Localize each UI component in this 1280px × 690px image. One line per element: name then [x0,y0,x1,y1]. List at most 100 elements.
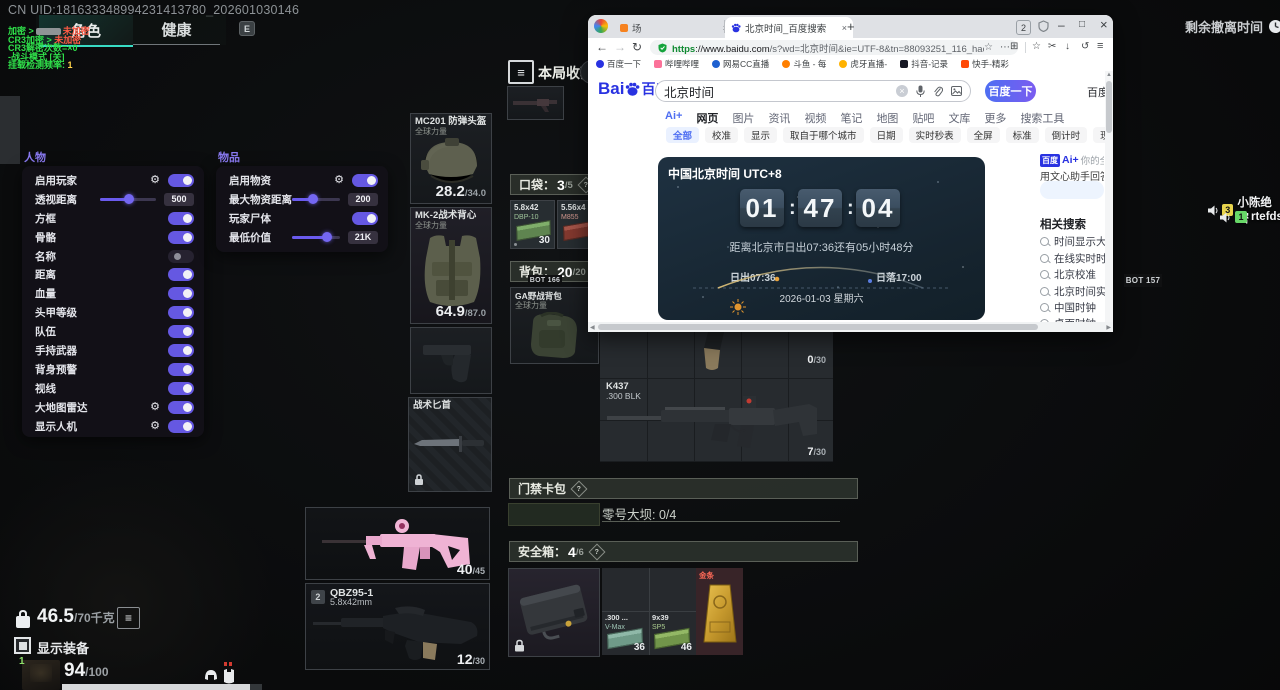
shield-icon[interactable] [1038,20,1049,32]
cheat-row-name[interactable]: 名称 [22,247,204,266]
safebox-header[interactable]: 安全箱： 4 /6 ? [509,541,858,562]
chip[interactable]: 标准 [1006,127,1039,143]
bookmark-item[interactable]: 快手-精彩 [961,58,1009,70]
chip[interactable]: 实时秒表 [909,127,961,143]
chip-all[interactable]: 全部 [666,127,699,143]
related-search-item[interactable]: 在线实时时钟 [1040,251,1113,266]
toggle-on[interactable] [168,401,194,414]
loadout-list-button[interactable]: ≡ [117,607,140,629]
gear-icon[interactable]: ⚙ [334,175,344,186]
more-options-icon[interactable]: ⋯ [1000,42,1010,53]
cheat-row-player-corpse[interactable]: 玩家尸体 [216,209,388,228]
help-icon[interactable]: ? [588,543,605,560]
browser-tab-2-active[interactable]: 北京时间_百度搜索 × [725,17,853,38]
download-icon[interactable]: ↓ [1065,42,1070,52]
microphone-icon[interactable] [916,85,925,97]
cheat-row-team[interactable]: 队伍 [22,322,204,341]
slider[interactable] [100,198,156,201]
related-search-item[interactable]: 北京校准 [1040,267,1096,282]
scrollbar-thumb[interactable] [598,324,1038,330]
cheat-row-enable-player[interactable]: 启用玩家⚙ [22,171,204,190]
cheat-row-back-warning[interactable]: 背身预警 [22,360,204,379]
attachment-icon[interactable] [933,86,943,97]
undo-icon[interactable]: ↺ [1081,42,1089,52]
toggle-on[interactable] [168,268,194,281]
chip[interactable]: 显示 [744,127,777,143]
image-search-icon[interactable] [951,86,962,96]
address-bar[interactable]: https://www.baidu.com/s?wd=北京时间&ie=UTF-8… [650,40,1018,55]
cheat-row-esp-distance[interactable]: 透视距离500 [22,190,204,209]
gold-bar-tile[interactable]: 金条 [696,568,743,655]
nav-tab-web[interactable]: 网页 [696,110,718,126]
toggle-on[interactable] [168,420,194,433]
cheat-row-enable-loot[interactable]: 启用物资⚙ [216,171,388,190]
keycard-header[interactable]: 门禁卡包 ? [509,478,858,499]
toggle-on[interactable] [168,231,194,244]
toggle-on[interactable] [168,212,194,225]
favorites-icon[interactable]: ☆ [1032,42,1041,52]
bookmark-star-icon[interactable]: ☆ [984,42,993,53]
ammo-tile-300[interactable]: .300 ... V-Max 36 [602,611,649,655]
cheat-row-distance[interactable]: 距离 [22,265,204,284]
gear-icon[interactable]: ⚙ [150,421,160,432]
ai-input-pill[interactable] [1040,181,1104,199]
browser-window[interactable]: 场 × 北京时间_百度搜索 × + 2 – □ × ← → ↻ [588,15,1113,332]
toggle-on[interactable] [168,325,194,338]
cheat-row-armor-level[interactable]: 头甲等级 [22,303,204,322]
nav-tab[interactable]: 地图 [876,110,898,126]
browser-tab-1[interactable]: 场 × [614,18,734,37]
toggle-on[interactable] [352,174,378,187]
bookmark-item[interactable]: 虎牙直播- [839,58,887,70]
clear-input-icon[interactable]: × [896,85,908,97]
cheat-row-min-value[interactable]: 最低价值21K [216,228,388,247]
player-avatar[interactable] [22,660,60,690]
toggle-on[interactable] [352,212,378,225]
bookmark-item[interactable]: 哔哩哔哩 [654,58,699,70]
window-minimize-button[interactable]: – [1058,18,1065,32]
gear-icon[interactable]: ⚙ [150,402,160,413]
nav-tab-ai[interactable]: Ai+ [665,110,682,126]
nav-tab-tools[interactable]: 搜索工具 [1020,110,1064,126]
extension-count-badge[interactable]: 2 [1016,20,1031,35]
bookmark-item[interactable]: 斗鱼 - 每 [782,58,826,70]
forward-icon[interactable]: → [614,41,626,53]
cheat-row-health[interactable]: 血量 [22,284,204,303]
scrollbar-thumb[interactable] [1106,81,1112,133]
bookmark-item[interactable]: 网易CC直播 [712,58,769,70]
new-tab-button[interactable]: + [847,19,855,34]
cheat-row-show-bots[interactable]: 显示人机⚙ [22,417,204,436]
nav-tab[interactable]: 图片 [732,110,754,126]
bookmark-item[interactable]: 抖音-记录 [900,58,948,70]
related-search-item[interactable]: 中国时钟 [1040,300,1096,315]
cheat-row-held-weapon[interactable]: 手持武器 [22,341,204,360]
reload-icon[interactable]: ↻ [632,41,642,53]
menu-icon[interactable]: ≡ [1097,41,1103,52]
chip[interactable]: 日期 [870,127,903,143]
chip[interactable]: 倒计时 [1045,127,1088,143]
show-equipment-checkbox[interactable] [14,637,31,654]
search-input[interactable]: 北京时间 × [655,80,971,102]
toggle-on[interactable] [168,306,194,319]
cheat-row-box[interactable]: 方框 [22,209,204,228]
chip[interactable]: 校准 [705,127,738,143]
slider[interactable] [292,236,340,239]
toggle-on[interactable] [168,382,194,395]
nav-tab[interactable]: 文库 [948,110,970,126]
bookmark-item[interactable]: 百度一下 [596,58,641,70]
chip[interactable]: 取自于哪个城市 [783,127,864,143]
related-search-item[interactable]: 北京时间实时显示 [1040,284,1113,299]
chip[interactable]: 全屏 [967,127,1000,143]
search-button[interactable]: 百度一下 [985,80,1036,102]
window-maximize-button[interactable]: □ [1079,19,1085,30]
safebox-tile[interactable] [508,568,600,657]
ammo-tile-9x39[interactable]: 9x39 SP5 46 [649,611,696,655]
cheat-row-bones[interactable]: 骨骼 [22,228,204,247]
tab-health[interactable]: 健康 [133,15,220,45]
scissors-icon[interactable]: ✂ [1048,42,1056,52]
nav-tab[interactable]: 更多 [984,110,1006,126]
toggle-on[interactable] [168,344,194,357]
horizontal-scrollbar[interactable]: ◀ ▶ [588,322,1113,332]
pink-weapon-tile[interactable]: 40/45 [305,507,490,580]
nav-tab[interactable]: 笔记 [840,110,862,126]
nav-tab[interactable]: 视频 [804,110,826,126]
